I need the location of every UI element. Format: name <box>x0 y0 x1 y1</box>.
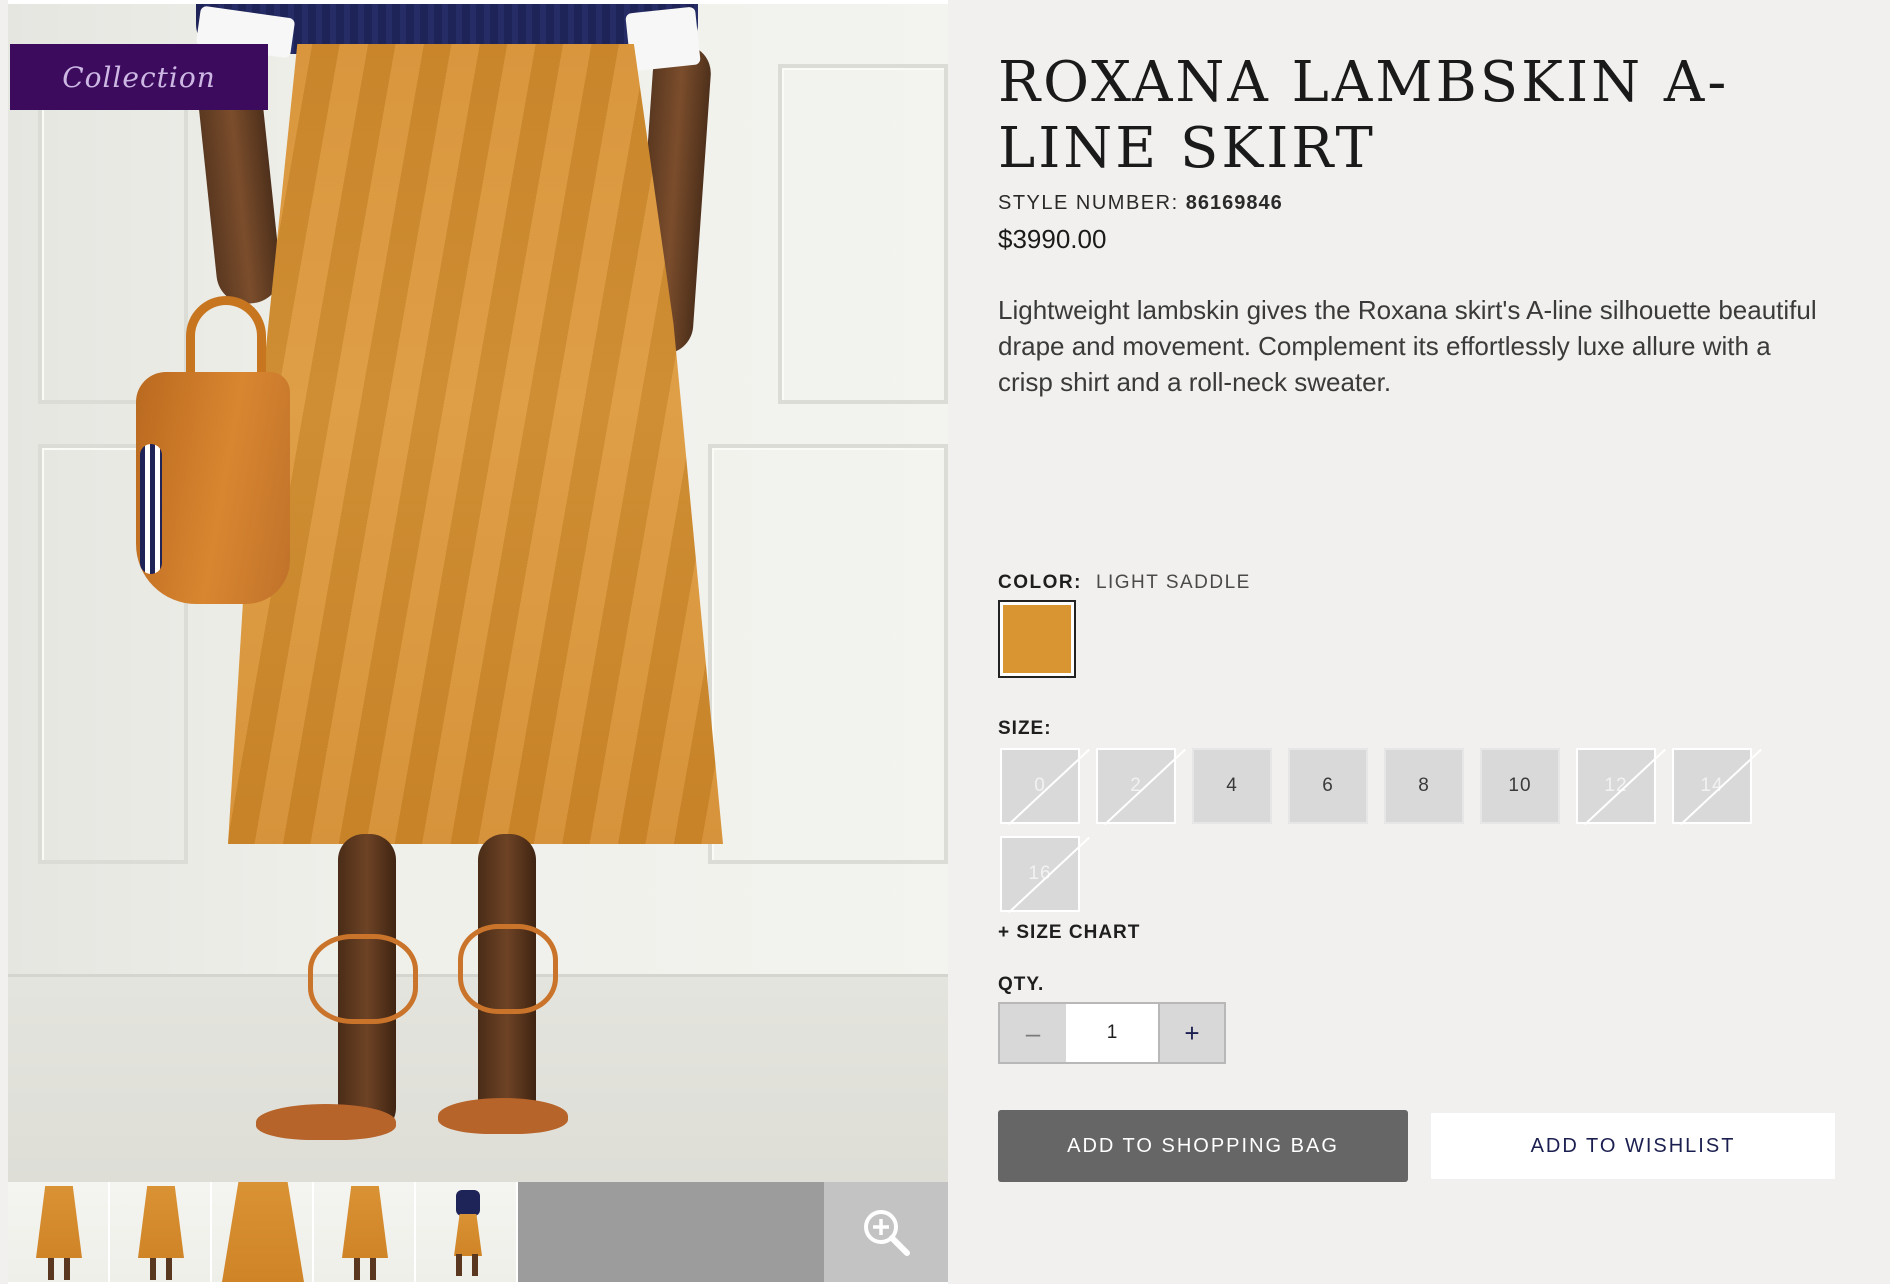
size-option-4[interactable]: 4 <box>1192 748 1272 824</box>
size-label: SIZE: <box>998 718 1052 739</box>
zoom-in-icon <box>864 1210 910 1256</box>
size-options: 0 2 4 6 8 10 12 14 16 <box>998 746 1778 922</box>
thumbnail-5[interactable] <box>416 1182 518 1282</box>
skirt <box>228 44 723 844</box>
wall-panel <box>38 64 188 404</box>
product-media: Collection <box>8 0 948 1284</box>
collection-badge: Collection <box>10 44 268 110</box>
size-option-8[interactable]: 8 <box>1384 748 1464 824</box>
product-title: ROXANA LAMBSKIN A-LINE SKIRT <box>998 50 1730 181</box>
color-value: LIGHT SADDLE <box>1095 572 1251 593</box>
product-price: $3990.00 <box>998 224 1107 254</box>
style-number: STYLE NUMBER: 86169846 <box>998 192 1283 215</box>
collection-badge-label: Collection <box>62 60 216 94</box>
size-option-0[interactable]: 0 <box>1000 748 1080 824</box>
wall-panel <box>708 444 948 864</box>
size-chart-link[interactable]: + SIZE CHART <box>998 922 1140 944</box>
sandal-strap <box>308 934 418 1024</box>
quantity-stepper: – + <box>998 1002 1226 1064</box>
thumbnail-2[interactable] <box>110 1182 212 1282</box>
wall-panel <box>778 64 948 404</box>
product-main-image[interactable] <box>8 4 948 1182</box>
thumbnail-3[interactable] <box>212 1182 314 1282</box>
quantity-input[interactable] <box>1066 1004 1158 1062</box>
color-swatch-fill <box>1003 605 1071 673</box>
size-option-12[interactable]: 12 <box>1576 748 1656 824</box>
size-option-2[interactable]: 2 <box>1096 748 1176 824</box>
sandal <box>256 1104 396 1140</box>
size-option-6[interactable]: 6 <box>1288 748 1368 824</box>
product-info: ROXANA LAMBSKIN A-LINE SKIRT STYLE NUMBE… <box>998 0 1858 1284</box>
size-option-14[interactable]: 14 <box>1672 748 1752 824</box>
add-to-wishlist-button[interactable]: ADD TO WISHLIST <box>1430 1112 1836 1180</box>
zoom-button[interactable] <box>824 1182 948 1282</box>
sandal <box>438 1098 568 1134</box>
quantity-label: QTY. <box>998 974 1045 995</box>
quantity-increment-button[interactable]: + <box>1158 1004 1224 1062</box>
shirt-cuff <box>625 6 701 72</box>
product-description: Lightweight lambskin gives the Roxana sk… <box>998 295 1817 397</box>
color-label: COLOR: <box>998 572 1082 593</box>
size-option-16[interactable]: 16 <box>1000 836 1080 912</box>
thumbnail-1[interactable] <box>8 1182 110 1282</box>
style-number-label: STYLE NUMBER: <box>998 192 1179 214</box>
sandal-strap <box>458 924 558 1014</box>
size-option-10[interactable]: 10 <box>1480 748 1560 824</box>
add-to-bag-button[interactable]: ADD TO SHOPPING BAG <box>998 1110 1408 1182</box>
handbag-stripe <box>140 444 162 574</box>
color-row: COLOR: LIGHT SADDLE <box>998 572 1251 594</box>
thumbnail-strip <box>8 1182 948 1282</box>
product-page: Collection ROXANA LAMBSKIN A-LINE SKIRT <box>0 0 1890 1284</box>
color-swatch-light-saddle[interactable] <box>998 600 1076 678</box>
thumbnail-4[interactable] <box>314 1182 416 1282</box>
thumbnail-strip-filler <box>518 1182 824 1282</box>
quantity-decrement-button[interactable]: – <box>1000 1004 1066 1062</box>
style-number-value: 86169846 <box>1185 192 1283 214</box>
